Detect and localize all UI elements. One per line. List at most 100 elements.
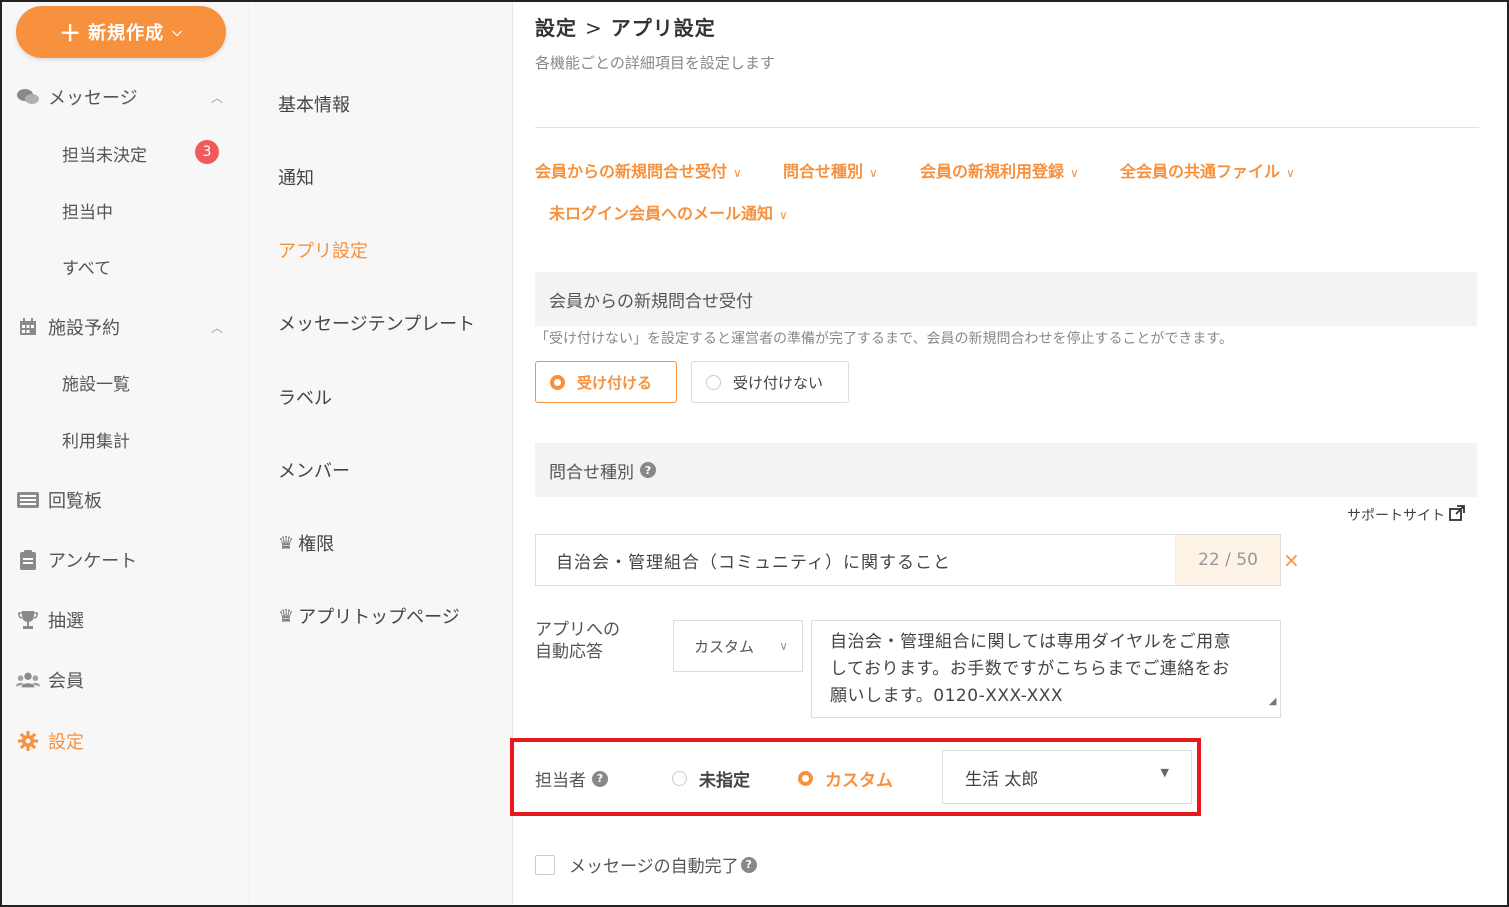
- support-site-link[interactable]: サポートサイト: [1347, 505, 1465, 525]
- section-header-new-inquiry: 会員からの新規問合せ受付: [535, 272, 1477, 326]
- settings-menu-members[interactable]: メンバー: [278, 457, 350, 483]
- anchor-label: 未ログイン会員へのメール通知: [549, 204, 774, 223]
- sidebar-item-label: 抽選: [48, 611, 84, 632]
- sidebar-item-label: 会員: [48, 671, 84, 692]
- new-create-button[interactable]: ＋ 新規作成 ⌵: [16, 6, 226, 58]
- settings-menu-notifications[interactable]: 通知: [278, 164, 314, 190]
- help-icon[interactable]: ?: [740, 856, 757, 873]
- page-subtitle: 各機能ごとの詳細項目を設定します: [535, 54, 775, 72]
- anchor-link-new-inquiry[interactable]: 会員からの新規問合せ受付 ∨: [535, 158, 742, 182]
- trophy-icon: [16, 610, 40, 630]
- sidebar-item-facility-list[interactable]: 施設一覧: [62, 370, 130, 395]
- sidebar: ＋ 新規作成 ⌵ メッセージ ︿ 担当未決定 3 担当中 すべて 施設予約 ︿ …: [2, 2, 250, 905]
- inquiry-type-input[interactable]: 自治会・管理組合（コミュニティ）に関すること: [535, 534, 1281, 586]
- textarea-line: 願いします。0120-XXX-XXX: [830, 686, 1064, 706]
- section-note: 「受け付けない」を設定すると運営者の準備が完了するまで、会員の新規問合わせを停止…: [535, 331, 1234, 347]
- settings-menu-app-top-page[interactable]: ♛ アプリトップページ: [278, 603, 460, 629]
- sidebar-item-all[interactable]: すべて: [62, 254, 111, 279]
- anchor-label: 会員からの新規問合せ受付: [535, 162, 728, 181]
- anchor-link-email-notice[interactable]: 未ログイン会員へのメール通知 ∨: [549, 200, 788, 224]
- sidebar-item-in-progress[interactable]: 担当中: [62, 198, 113, 223]
- divider: [535, 127, 1479, 128]
- breadcrumb: 設定 > アプリ設定: [535, 12, 716, 41]
- sidebar-item-members[interactable]: 会員: [16, 667, 231, 693]
- support-site-label: サポートサイト: [1347, 508, 1445, 524]
- chevron-down-icon: ∨: [779, 208, 788, 222]
- section-title: 問合せ種別: [549, 462, 634, 483]
- sidebar-item-label: 設定: [48, 732, 84, 753]
- settings-menu-app-settings[interactable]: アプリ設定: [278, 237, 368, 263]
- auto-reply-label: アプリへの 自動応答: [535, 619, 620, 663]
- chevron-down-icon: ∨: [779, 639, 788, 653]
- radio-accept[interactable]: 受け付ける: [535, 361, 677, 403]
- chevron-down-icon: ∨: [733, 166, 742, 180]
- chevron-down-icon: ⌵: [172, 24, 183, 40]
- unassigned-count-badge: 3: [195, 140, 219, 164]
- anchor-link-inquiry-type[interactable]: 問合せ種別 ∨: [783, 158, 878, 182]
- anchor-label: 全会員の共通ファイル: [1120, 162, 1281, 181]
- settings-menu: 基本情報 通知 アプリ設定 メッセージテンプレート ラベル メンバー ♛ 権限 …: [251, 2, 513, 905]
- settings-menu-message-templates[interactable]: メッセージテンプレート: [278, 310, 475, 336]
- chat-icon: [16, 88, 40, 106]
- auto-complete-checkbox[interactable]: [535, 854, 555, 875]
- clipboard-icon: [16, 550, 40, 570]
- calendar-icon: [16, 318, 40, 336]
- settings-menu-basic-info[interactable]: 基本情報: [278, 91, 350, 117]
- textarea-line: しております。お手数ですがこちらまでご連絡をお: [830, 659, 1230, 679]
- anchor-link-new-registration[interactable]: 会員の新規利用登録 ∨: [920, 158, 1079, 182]
- plus-icon: ＋: [59, 22, 83, 47]
- select-value: カスタム: [694, 637, 755, 656]
- radio-reject[interactable]: 受け付けない: [691, 361, 849, 403]
- radio-unselected-icon: [706, 374, 721, 390]
- settings-menu-labels[interactable]: ラベル: [278, 384, 332, 410]
- chevron-down-icon: ∨: [869, 166, 878, 180]
- radio-label: 受け付けない: [733, 373, 824, 392]
- settings-menu-label: アプリトップページ: [298, 607, 460, 628]
- sidebar-item-survey[interactable]: アンケート: [16, 547, 231, 573]
- breadcrumb-separator-icon: >: [585, 16, 603, 40]
- clear-icon[interactable]: ×: [1283, 548, 1300, 572]
- breadcrumb-current: アプリ設定: [610, 16, 716, 40]
- sidebar-item-label: 回覧板: [48, 491, 102, 512]
- section-header-inquiry-type: 問合せ種別 ?: [535, 443, 1477, 497]
- new-create-label: 新規作成: [88, 23, 165, 44]
- sidebar-item-circular[interactable]: 回覧板: [16, 487, 231, 513]
- sidebar-item-settings[interactable]: 設定: [16, 728, 231, 754]
- checkbox-label: メッセージの自動完了: [569, 857, 739, 877]
- crown-icon: ♛: [278, 532, 295, 554]
- sidebar-item-label: 施設予約: [48, 318, 120, 339]
- auto-reply-textarea[interactable]: 自治会・管理組合に関しては専用ダイヤルをご用意 しております。お手数ですがこちら…: [811, 620, 1281, 718]
- sidebar-item-label: アンケート: [48, 551, 138, 572]
- section-title: 会員からの新規問合せ受付: [549, 291, 753, 312]
- sidebar-item-usage-stats[interactable]: 利用集計: [62, 427, 130, 452]
- char-counter: 22 / 50: [1175, 534, 1281, 586]
- chevron-down-icon: ∨: [1286, 166, 1295, 180]
- app-window: ＋ 新規作成 ⌵ メッセージ ︿ 担当未決定 3 担当中 すべて 施設予約 ︿ …: [0, 0, 1509, 907]
- sidebar-item-lottery[interactable]: 抽選: [16, 607, 231, 633]
- auto-reply-select[interactable]: カスタム ∨: [673, 620, 803, 672]
- users-icon: [16, 671, 40, 689]
- sidebar-item-messages[interactable]: メッセージ ︿: [16, 84, 231, 110]
- highlight-box: [510, 738, 1201, 816]
- chevron-up-icon[interactable]: ︿: [211, 319, 223, 336]
- settings-menu-label: 権限: [298, 534, 335, 555]
- board-icon: [16, 492, 40, 508]
- radio-selected-icon: [550, 374, 565, 390]
- help-icon[interactable]: ?: [640, 462, 656, 478]
- breadcrumb-parent[interactable]: 設定: [535, 16, 577, 40]
- chevron-up-icon[interactable]: ︿: [211, 89, 223, 106]
- auto-complete-checkbox-row[interactable]: メッセージの自動完了 ?: [535, 852, 757, 877]
- anchor-label: 会員の新規利用登録: [920, 162, 1065, 181]
- external-link-icon: [1449, 505, 1465, 525]
- sidebar-item-facility-booking[interactable]: 施設予約 ︿: [16, 314, 231, 340]
- gear-icon: [16, 731, 40, 751]
- settings-menu-permissions[interactable]: ♛ 権限: [278, 530, 334, 556]
- anchor-link-shared-files[interactable]: 全会員の共通ファイル ∨: [1120, 158, 1295, 182]
- radio-label: 受け付ける: [577, 373, 653, 392]
- chevron-down-icon: ∨: [1070, 166, 1079, 180]
- sidebar-item-unassigned[interactable]: 担当未決定: [62, 141, 147, 166]
- auto-reply-label-line: アプリへの: [535, 620, 620, 640]
- auto-reply-label-line: 自動応答: [535, 642, 603, 662]
- sidebar-item-label: メッセージ: [48, 88, 138, 109]
- resize-handle-icon[interactable]: ◢: [1269, 688, 1277, 715]
